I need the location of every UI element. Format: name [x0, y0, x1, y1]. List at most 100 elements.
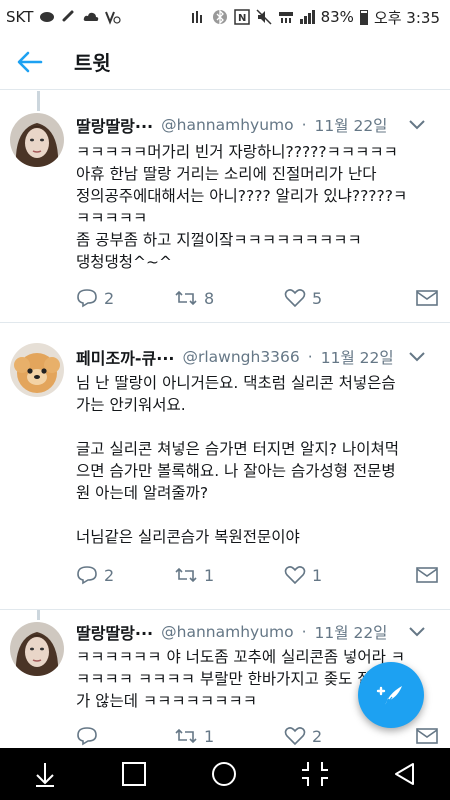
compose-tweet-button[interactable] [358, 662, 424, 728]
tweet-actions: 2 1 1 [76, 563, 438, 587]
chevron-down-icon[interactable] [408, 119, 426, 131]
like-button[interactable]: 2 [284, 726, 394, 746]
tweet-line [76, 416, 432, 438]
separator-dot: · [301, 623, 307, 641]
nav-home-icon[interactable] [209, 759, 239, 789]
tweet-line: 으면 슴가만 볼록해요. 나 잘아는 슴가성형 전문병 [76, 462, 396, 480]
chevron-down-icon[interactable] [408, 626, 426, 638]
tweet-text: 님 난 딸랑이 아니거든요. 댁초럼 실리콘 처넣은슴 가는 안키워서요. 글고… [76, 372, 432, 548]
tweet-actions: 2 8 5 [76, 286, 438, 310]
tweet-actions: 1 2 [76, 724, 438, 748]
reply-button[interactable] [76, 726, 174, 746]
tweet-line: 좀 공부좀 하고 지껄이잨ㅋㅋㅋㅋㅋㅋㅋㅋㅋ [76, 231, 362, 249]
heart-icon [284, 289, 306, 308]
separator-dot: · [301, 116, 307, 134]
separator-dot: · [307, 348, 313, 366]
mute-icon [256, 9, 272, 25]
reply-icon [77, 727, 97, 746]
like-count: 1 [312, 565, 323, 585]
retweet-count: 1 [204, 726, 215, 746]
nav-recents-icon[interactable] [120, 760, 148, 788]
tweet[interactable]: 딸랑딸랑··· @hannamhyumo · 11월 22일 ㅋㅋㅋㅋㅋ머가리 … [0, 91, 450, 323]
tweet-line: 정의공주에대해서는 아니???? 알리가 있냐?????ㅋ [76, 187, 408, 205]
reply-icon [77, 566, 97, 585]
reply-button[interactable]: 2 [76, 565, 174, 585]
app-bar: 트윗 [0, 34, 450, 90]
system-nav-bar [0, 748, 450, 800]
tweet-line: 너님같은 실리콘슴가 복원전문이야 [76, 528, 300, 546]
nav-hide-icon[interactable] [31, 760, 59, 788]
reply-icon [77, 289, 97, 308]
svg-text:N: N [238, 13, 246, 24]
cloud-icon [84, 12, 99, 21]
battery-icon [359, 9, 368, 25]
tweet-header: 딸랑딸랑··· @hannamhyumo · 11월 22일 [76, 113, 440, 137]
avatar[interactable] [10, 622, 64, 676]
retweet-button[interactable]: 1 [174, 565, 284, 585]
tweet-line [76, 504, 432, 526]
tweet-line: ㅋㅋㅋㅋㅋ머가리 빈거 자랑하니?????ㅋㅋㅋㅋㅋ [76, 143, 398, 161]
envelope-icon [416, 567, 438, 583]
tweet-line: 아휴 한남 딸랑 거리는 소리에 진절머리가 난다 [76, 165, 377, 183]
tweet-date: 11월 22일 [320, 349, 394, 367]
avatar-image [10, 622, 64, 676]
status-bar: SKT N 83% 오후 3:35 [0, 0, 450, 34]
wifi-signal-icon [278, 12, 293, 23]
nav-back-icon[interactable] [391, 760, 419, 788]
avatar-image [10, 113, 64, 167]
retweet-count: 8 [204, 288, 215, 308]
heart-icon [284, 727, 306, 746]
reply-count: 2 [104, 565, 115, 585]
direct-message-button[interactable] [416, 727, 438, 745]
avatar-image [10, 343, 64, 397]
display-name[interactable]: 딸랑딸랑··· [76, 113, 153, 137]
tweet-date: 11월 22일 [314, 117, 388, 135]
carrier-label: SKT [6, 8, 34, 26]
like-count: 2 [312, 726, 323, 746]
tweet-line: 글고 실리콘 쳐넣은 슴가면 터지면 알지? 나이쳐먹 [76, 440, 399, 458]
nfc-icon: N [233, 9, 250, 25]
nav-split-screen-icon[interactable] [300, 759, 330, 789]
retweet-button[interactable]: 1 [174, 726, 284, 746]
envelope-icon [416, 290, 438, 306]
display-name[interactable]: 딸랑딸랑··· [76, 620, 153, 644]
direct-message-button[interactable] [416, 289, 438, 307]
compose-feather-icon [376, 686, 402, 707]
app-notification-icon [40, 12, 55, 22]
direct-message-button[interactable] [416, 566, 438, 584]
back-button[interactable] [0, 34, 60, 90]
tweet[interactable]: 페미조까-큐··· @rlawngh3366 · 11월 22일 님 난 딸랑이… [0, 323, 450, 610]
retweet-icon [175, 728, 197, 744]
retweet-icon [175, 290, 197, 306]
thread-line-top [37, 610, 40, 620]
like-button[interactable]: 1 [284, 565, 394, 585]
reply-button[interactable]: 2 [76, 288, 174, 308]
tweet-line: ㅋㅋㅋㅋㅋ [76, 209, 148, 227]
like-button[interactable]: 5 [284, 288, 394, 308]
clock: 오후 3:35 [373, 8, 440, 27]
avatar[interactable] [10, 343, 64, 397]
battery-percent: 83% [320, 8, 354, 26]
user-handle[interactable]: @rlawngh3366 [182, 348, 299, 366]
retweet-button[interactable]: 8 [174, 288, 284, 308]
page-title: 트윗 [74, 51, 111, 75]
tweet-line: 댕청댕청^~^ [76, 253, 173, 271]
user-handle[interactable]: @hannamhyumo [161, 623, 293, 641]
volte-icon [105, 11, 121, 25]
avatar[interactable] [10, 113, 64, 167]
like-count: 5 [312, 288, 323, 308]
retweet-count: 1 [204, 565, 215, 585]
thread-line-top [37, 91, 40, 111]
tweet-line: 가는 안키워서요. [76, 396, 186, 414]
tweet-header: 페미조까-큐··· @rlawngh3366 · 11월 22일 [76, 345, 440, 369]
heart-icon [284, 566, 306, 585]
link-icon [62, 10, 74, 22]
retweet-icon [175, 567, 197, 583]
tweet-line: 님 난 딸랑이 아니거든요. 댁초럼 실리콘 처넣은슴 [76, 374, 396, 392]
tweet-header: 딸랑딸랑··· @hannamhyumo · 11월 22일 [76, 620, 440, 644]
reply-count: 2 [104, 288, 115, 308]
tweet-line: 원 아는데 알려줄까? [76, 484, 209, 502]
display-name[interactable]: 페미조까-큐··· [76, 345, 174, 369]
user-handle[interactable]: @hannamhyumo [161, 116, 293, 134]
chevron-down-icon[interactable] [408, 351, 426, 363]
